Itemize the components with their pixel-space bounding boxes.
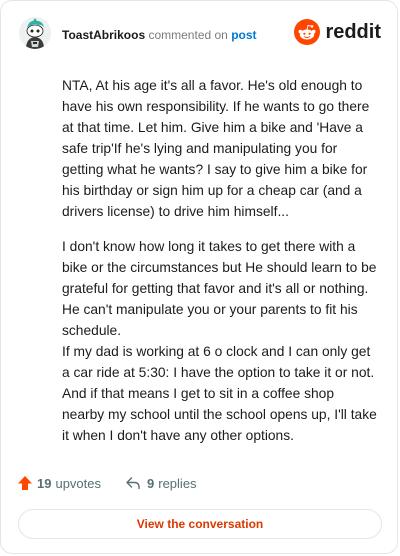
action-text: commented on (148, 28, 228, 42)
comment-header: ToastAbrikoos commented on post reddit (19, 17, 381, 53)
embedded-comment-card: ToastAbrikoos commented on post reddit N… (0, 0, 398, 554)
upvote-label: upvotes (55, 475, 102, 491)
upvote-count: 19 (37, 475, 52, 491)
reddit-alien-icon (294, 19, 321, 45)
snoo-avatar-icon (19, 17, 51, 49)
post-link[interactable]: post (231, 28, 256, 42)
reply-count: 9 (147, 475, 155, 491)
comment-paragraph: NTA, At his age it's all a favor. He's o… (62, 78, 370, 219)
reply-stat[interactable]: 9 replies (125, 475, 197, 491)
brand-wordmark: reddit (325, 21, 381, 43)
avatar[interactable] (19, 17, 51, 49)
comment-paragraph: I don't know how long it takes to get th… (62, 239, 377, 443)
reddit-logo[interactable]: reddit (294, 19, 381, 45)
reply-arrow-icon (126, 477, 140, 490)
comment-body: NTA, At his age it's all a favor. He's o… (62, 75, 377, 446)
comment-meta: ToastAbrikoos commented on post (62, 27, 257, 43)
reply-label: replies (158, 475, 197, 491)
view-conversation-button[interactable]: View the conversation (18, 509, 382, 539)
upvote-stat[interactable]: 19 upvotes (17, 475, 101, 491)
upvote-arrow-icon (18, 476, 32, 490)
username[interactable]: ToastAbrikoos (62, 28, 145, 42)
comment-stats: 19 upvotes 9 replies (17, 473, 197, 493)
